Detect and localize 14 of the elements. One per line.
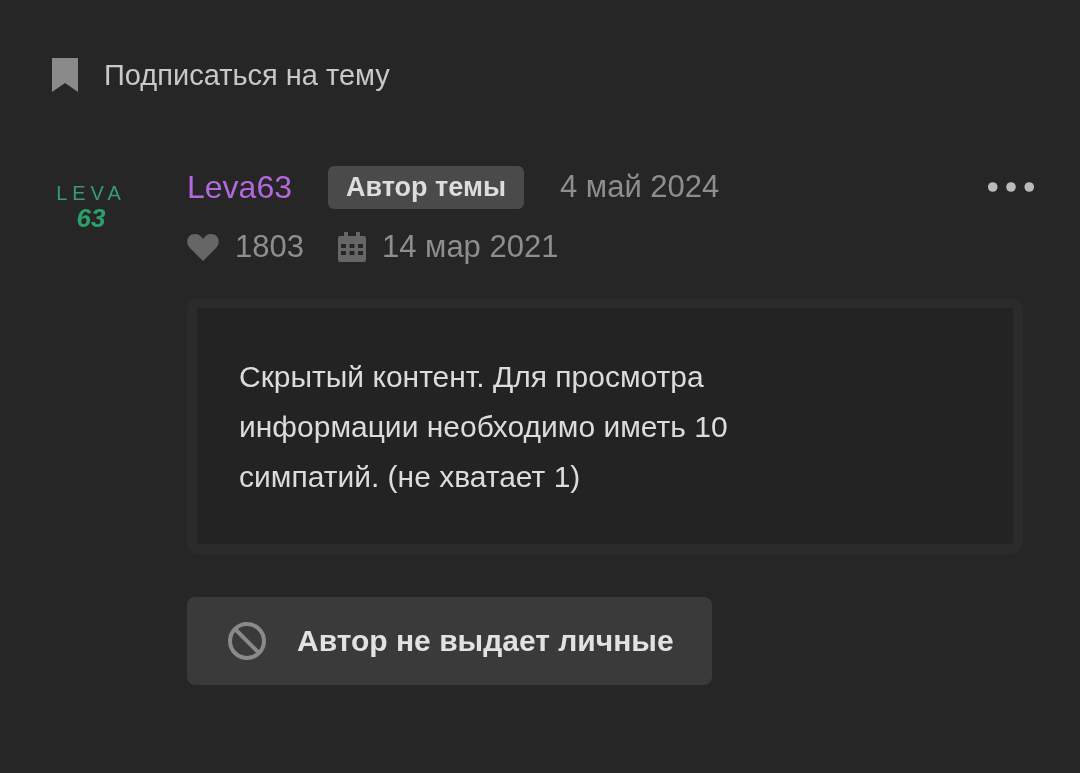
post-date[interactable]: 4 май 2024 (560, 169, 720, 205)
join-date: 14 мар 2021 (381, 229, 559, 265)
author-badge: Автор темы (328, 165, 524, 209)
avatar-logo[interactable]: LEVA 63 (52, 164, 130, 242)
hidden-content-text: Скрытый контент. Для просмотра информации необходимо иметь 10 симпатий. (не хватает 1) (239, 359, 729, 495)
bookmark-icon[interactable] (52, 58, 78, 92)
heart-icon (187, 233, 219, 261)
calendar-icon (337, 232, 366, 262)
prohibited-icon (227, 621, 267, 661)
more-icon[interactable] (987, 181, 1035, 193)
subscribe-link[interactable]: Подписаться на тему (104, 58, 390, 92)
author-name[interactable]: Leva63 (187, 168, 292, 206)
no-personal-button[interactable]: Автор не выдает личные (187, 597, 712, 685)
likes-count: 1803 (235, 229, 304, 265)
